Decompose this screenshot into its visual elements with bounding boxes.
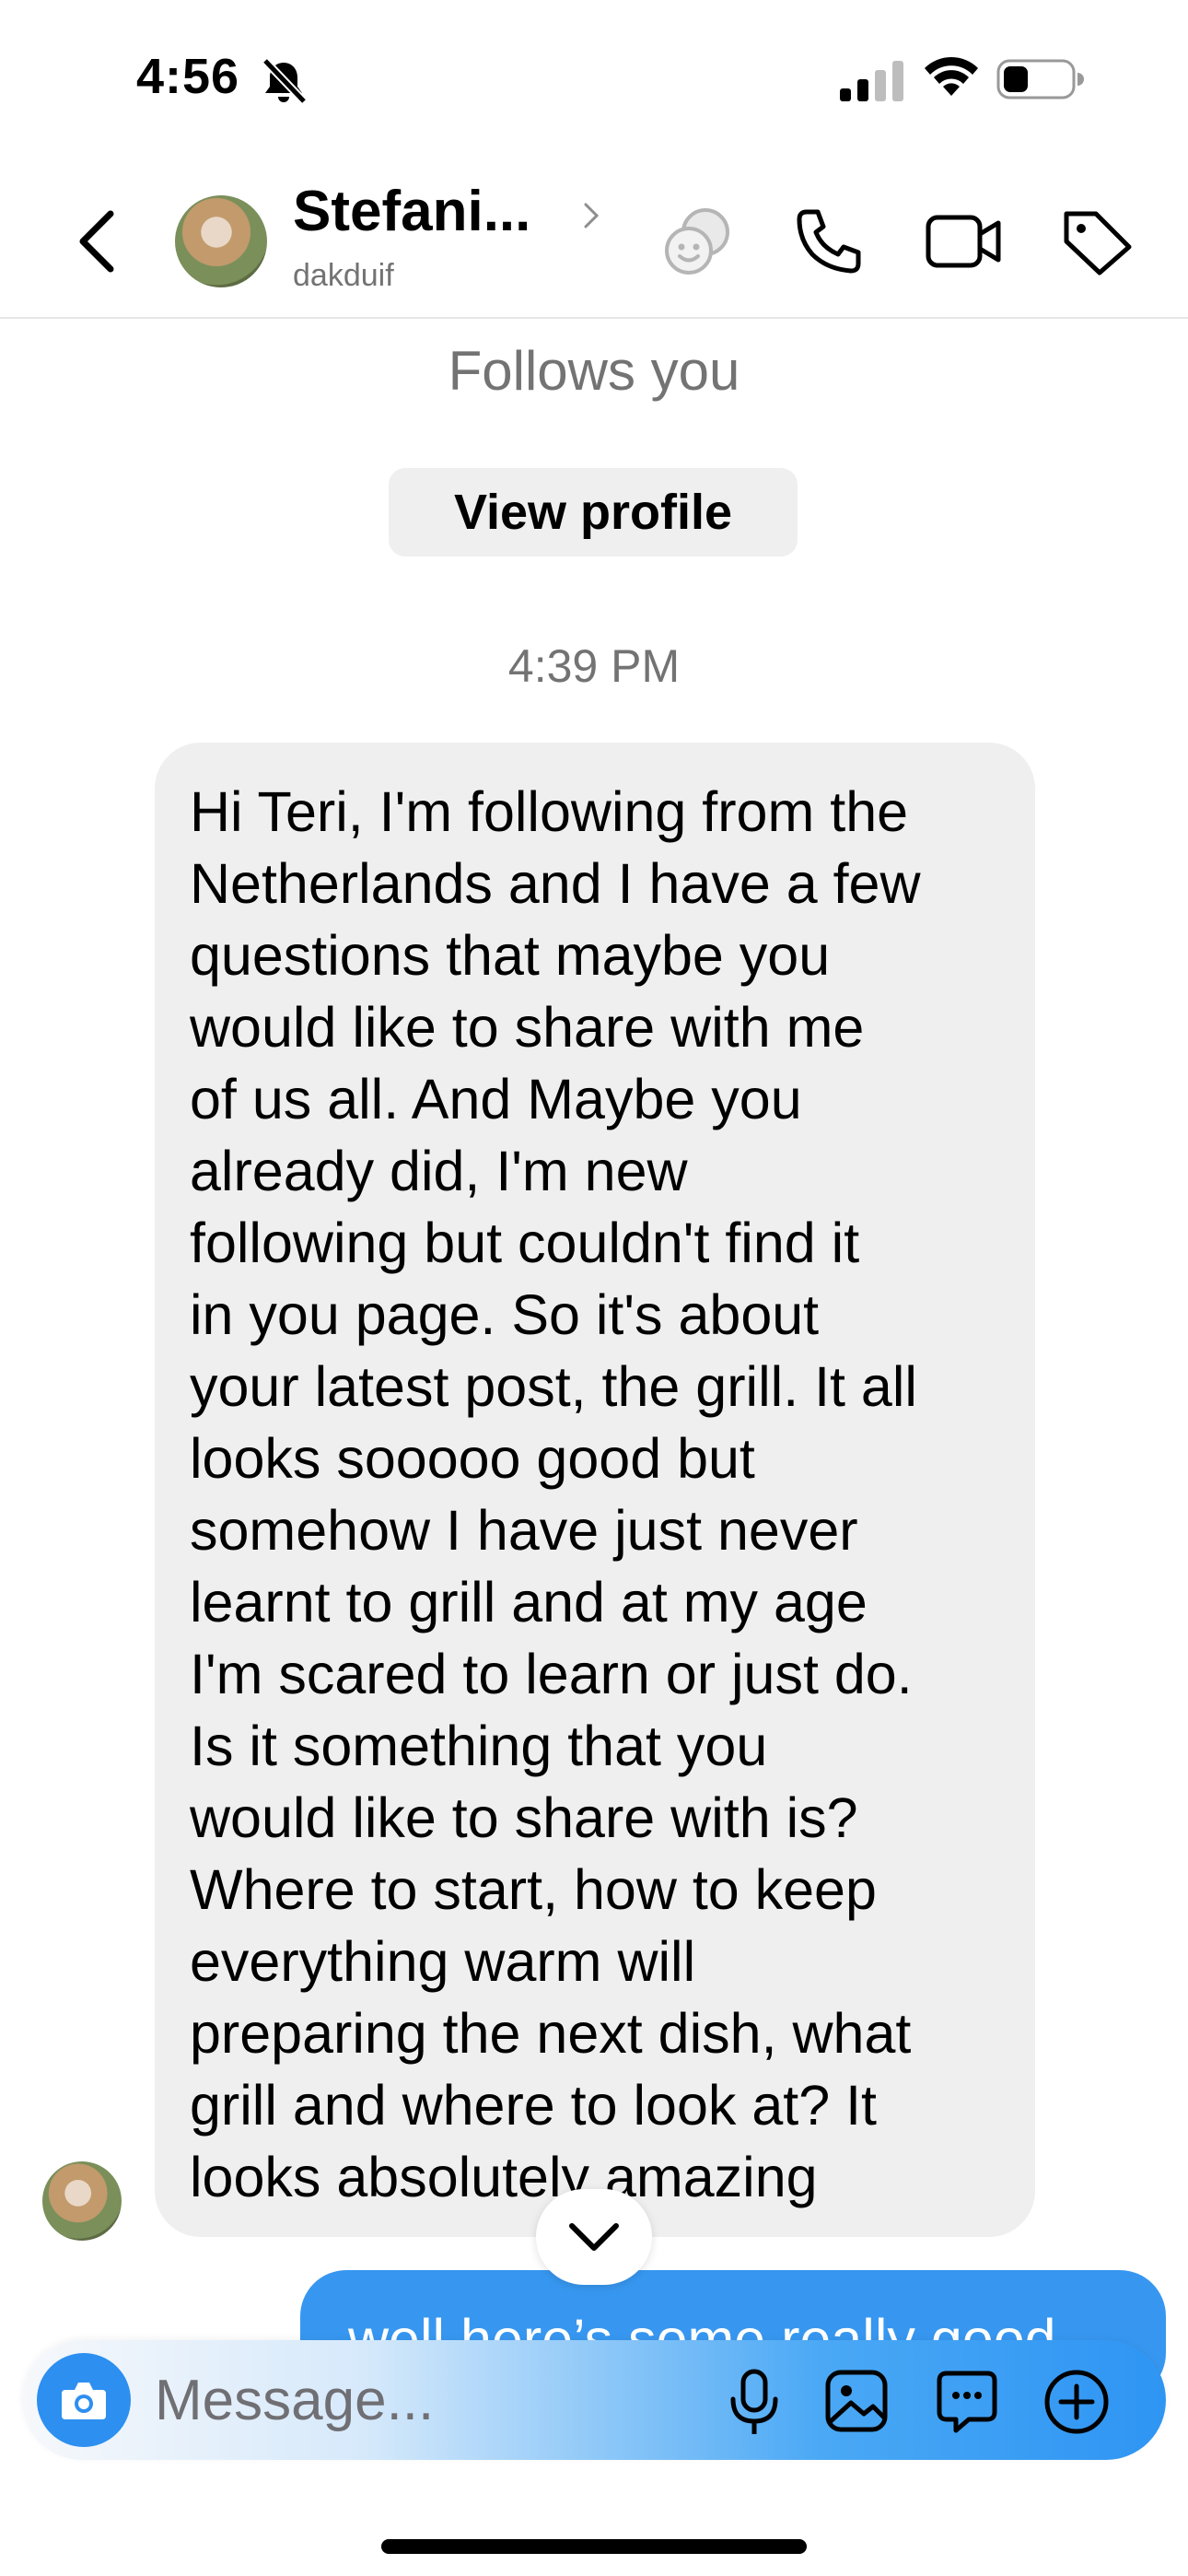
video-camera-icon[interactable]	[925, 208, 1002, 275]
theme-icon[interactable]	[661, 205, 735, 278]
message-composer	[22, 2340, 1166, 2460]
status-bar: 4:56	[0, 0, 1188, 157]
message-timestamp: 4:39 PM	[507, 640, 681, 692]
bell-slash-icon	[262, 57, 308, 105]
microphone-icon[interactable]	[722, 2368, 786, 2438]
tag-icon[interactable]	[1061, 206, 1135, 276]
camera-icon	[62, 2383, 106, 2419]
message-input[interactable]	[155, 2368, 707, 2432]
plus-circle-icon[interactable]	[1042, 2368, 1111, 2436]
chat-header: Stefani... dakduif	[0, 157, 1188, 319]
signal-icon	[840, 61, 903, 101]
sender-avatar[interactable]	[42, 2161, 122, 2241]
home-indicator[interactable]	[381, 2539, 807, 2554]
incoming-message-text: Hi Teri, I'm following from the Netherla…	[190, 780, 921, 2208]
gallery-icon[interactable]	[823, 2368, 890, 2434]
chevron-right-icon[interactable]	[580, 199, 602, 232]
chevron-down-icon	[569, 2223, 619, 2251]
status-time: 4:56	[136, 49, 240, 104]
sticker-icon[interactable]	[934, 2368, 1000, 2434]
incoming-message-bubble[interactable]: Hi Teri, I'm following from the Netherla…	[155, 743, 1035, 2237]
contact-username: dakduif	[293, 258, 394, 293]
back-chevron-icon[interactable]	[70, 205, 125, 278]
scroll-to-bottom-button[interactable]	[536, 2189, 652, 2285]
avatar[interactable]	[175, 195, 267, 287]
wifi-icon	[925, 56, 978, 96]
view-profile-button[interactable]: View profile	[389, 468, 798, 556]
phone-icon[interactable]	[794, 206, 864, 276]
follows-you-text: Follows you	[448, 340, 740, 402]
contact-name[interactable]: Stefani...	[293, 179, 530, 244]
camera-button[interactable]	[37, 2353, 131, 2447]
battery-icon	[996, 59, 1084, 100]
